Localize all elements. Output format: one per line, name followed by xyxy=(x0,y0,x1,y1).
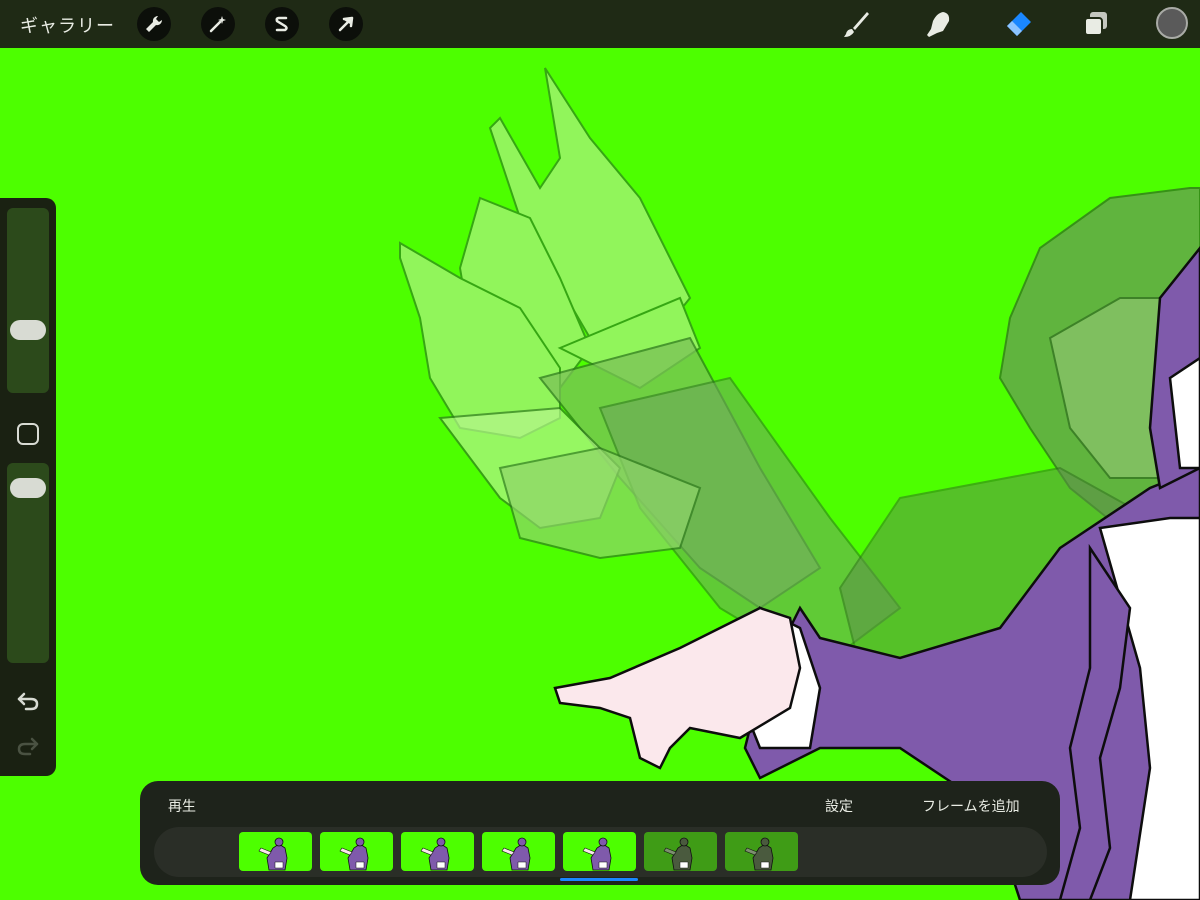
settings-button[interactable]: 設定 xyxy=(825,796,853,816)
frame-thumbnail xyxy=(501,837,531,871)
left-sidebar xyxy=(0,198,56,776)
canvas-artwork xyxy=(399,67,1200,900)
layers-icon xyxy=(1084,12,1107,36)
frame-thumbnail xyxy=(420,837,450,871)
timeline-frame[interactable] xyxy=(482,832,555,871)
drawing-canvas[interactable] xyxy=(0,48,1200,900)
eraser-icon xyxy=(1007,12,1031,36)
redo-button[interactable] xyxy=(14,732,42,760)
play-button[interactable]: 再生 xyxy=(168,796,196,816)
timeline-frame[interactable] xyxy=(320,832,393,871)
eraser-tool-button[interactable] xyxy=(1002,8,1034,40)
smudge-tool-button[interactable] xyxy=(922,8,954,40)
selection-button[interactable] xyxy=(265,7,299,41)
timeline-frame[interactable] xyxy=(239,832,312,871)
layers-button[interactable] xyxy=(1080,8,1112,40)
wrench-icon xyxy=(146,15,163,33)
selection-s-icon xyxy=(275,16,288,32)
frame-thumbnail xyxy=(663,837,693,871)
brush-tool-button[interactable] xyxy=(840,8,872,40)
add-frame-button[interactable]: フレームを追加 xyxy=(922,796,1020,816)
frame-thumbnail xyxy=(339,837,369,871)
arrow-cursor-icon xyxy=(338,16,354,32)
frame-thumbnail xyxy=(582,837,612,871)
frame-strip[interactable] xyxy=(154,827,1047,877)
frame-thumbnail xyxy=(744,837,774,871)
redo-arrow-icon xyxy=(17,737,39,756)
modify-button[interactable] xyxy=(17,423,39,445)
opacity-thumb[interactable] xyxy=(10,478,46,498)
smudge-finger-icon xyxy=(927,12,950,37)
brush-size-thumb[interactable] xyxy=(10,320,46,340)
transform-button[interactable] xyxy=(329,7,363,41)
color-picker-button[interactable] xyxy=(1156,7,1188,39)
top-toolbar: ギャラリー xyxy=(0,0,1200,48)
undo-arrow-icon xyxy=(17,692,39,711)
magic-wand-icon xyxy=(209,16,226,33)
frame-thumbnail xyxy=(258,837,288,871)
brush-size-slider[interactable] xyxy=(7,208,49,393)
active-frame-indicator xyxy=(560,878,638,881)
actions-button[interactable] xyxy=(137,7,171,41)
animation-timeline: 再生 設定 フレームを追加 xyxy=(140,781,1060,885)
brush-icon xyxy=(844,12,869,37)
timeline-frame[interactable] xyxy=(644,832,717,871)
timeline-frame[interactable] xyxy=(563,832,636,871)
adjustments-button[interactable] xyxy=(201,7,235,41)
undo-button[interactable] xyxy=(14,687,42,715)
timeline-frame[interactable] xyxy=(725,832,798,871)
gallery-button[interactable]: ギャラリー xyxy=(20,12,115,38)
timeline-frame[interactable] xyxy=(401,832,474,871)
